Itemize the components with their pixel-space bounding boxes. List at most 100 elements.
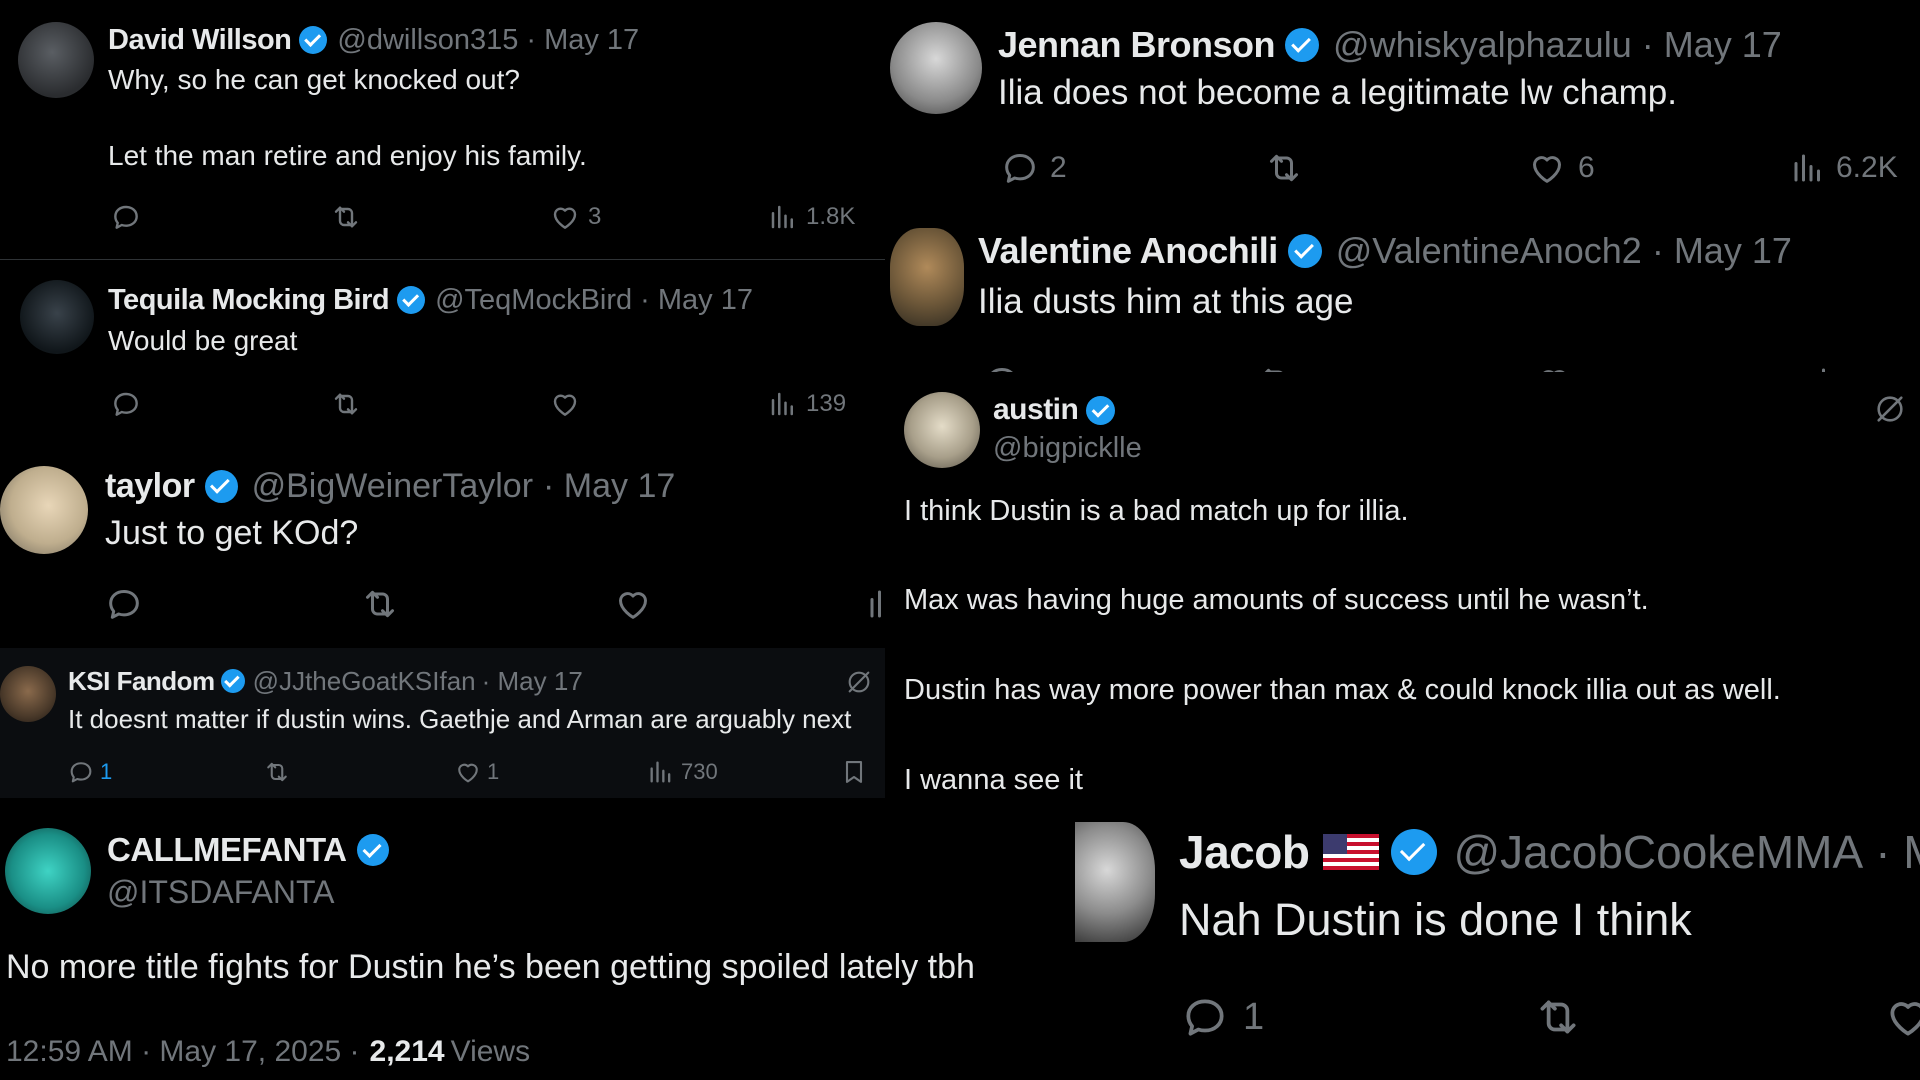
like-button[interactable]: 3 xyxy=(548,201,601,233)
tweet-date[interactable]: · May 17 xyxy=(640,284,753,317)
tweet-text-line-4: I wanna see it xyxy=(904,764,1083,796)
retweet-button[interactable] xyxy=(1263,148,1305,188)
avatar[interactable] xyxy=(0,466,88,554)
handle[interactable]: @ITSDAFANTA xyxy=(107,874,334,911)
retweet-button[interactable] xyxy=(358,584,402,624)
views-icon xyxy=(866,584,885,624)
grok-button[interactable] xyxy=(845,668,873,696)
display-name[interactable]: David Willson xyxy=(108,24,292,57)
display-name[interactable]: KSI Fandom xyxy=(68,666,215,697)
reply-icon xyxy=(110,388,142,420)
avatar[interactable] xyxy=(904,392,980,468)
retweet-button[interactable] xyxy=(329,201,363,233)
avatar[interactable] xyxy=(5,828,91,914)
handle[interactable]: @ValentineAnoch2 xyxy=(1336,230,1642,272)
views-button[interactable]: 139 xyxy=(768,388,846,420)
handle[interactable]: @JJtheGoatKSIfan xyxy=(253,666,476,697)
reply-button[interactable] xyxy=(110,388,142,420)
retweet-button[interactable] xyxy=(1530,992,1586,1042)
verified-badge-icon xyxy=(397,286,426,314)
tweet-text: No more title fights for Dustin he’s bee… xyxy=(6,948,975,986)
display-name[interactable]: Tequila Mocking Bird xyxy=(108,284,390,317)
views-count: 1.8K xyxy=(806,203,856,230)
reply-button[interactable] xyxy=(110,201,142,233)
display-name[interactable]: Jennan Bronson xyxy=(998,24,1276,66)
tweet-austin: austin @bigpicklle I think Dustin is a b… xyxy=(885,372,1920,802)
avatar[interactable] xyxy=(890,22,982,114)
tweet-text: Just to get KOd? xyxy=(105,514,359,552)
avatar[interactable] xyxy=(1075,822,1155,942)
like-count: 6 xyxy=(1578,151,1595,184)
display-name[interactable]: taylor xyxy=(105,467,195,506)
like-count: 3 xyxy=(588,203,602,230)
retweet-icon xyxy=(1530,992,1586,1042)
verified-badge-icon xyxy=(204,469,238,503)
retweet-button[interactable] xyxy=(1255,362,1297,372)
tweet-text: It doesnt matter if dustin wins. Gaethje… xyxy=(68,704,852,734)
avatar[interactable] xyxy=(20,280,94,354)
views-icon xyxy=(768,201,798,233)
tweet-text: Ilia dusts him at this age xyxy=(978,282,1354,321)
views-button[interactable]: 6.2K xyxy=(1790,148,1898,188)
like-button[interactable] xyxy=(1533,362,1575,372)
display-name[interactable]: CALLMEFANTA xyxy=(107,831,347,869)
tweet-timestamp[interactable]: 12:59 AM · May 17, 2025 · xyxy=(6,1035,360,1069)
verified-badge-icon xyxy=(1086,395,1116,425)
like-button[interactable]: 1 xyxy=(453,758,499,786)
handle[interactable]: @BigWeinerTaylor xyxy=(252,467,533,506)
handle[interactable]: @JacobCookeMMA xyxy=(1453,825,1863,879)
views-icon xyxy=(647,758,675,786)
reply-icon xyxy=(1000,148,1040,188)
tweet-date[interactable]: · May 17 xyxy=(1642,24,1782,66)
retweet-icon xyxy=(329,201,363,233)
tweet-date[interactable]: · May 17 xyxy=(1652,230,1792,272)
views-button[interactable]: 1.8K xyxy=(768,201,855,233)
tweet-jennan-bronson: Jennan Bronson @whiskyalphazulu · May 17… xyxy=(885,0,1920,206)
like-icon xyxy=(548,201,582,233)
views-count: 139 xyxy=(806,390,847,417)
handle[interactable]: @dwillson315 xyxy=(337,24,518,57)
display-name[interactable]: Valentine Anochili xyxy=(978,230,1278,272)
avatar[interactable] xyxy=(890,228,964,326)
like-button[interactable] xyxy=(612,584,654,624)
like-icon xyxy=(1533,362,1575,372)
like-icon xyxy=(453,758,483,786)
views-count: 2,214 xyxy=(369,1035,445,1068)
verified-badge-icon xyxy=(1285,28,1320,62)
bookmark-button[interactable] xyxy=(840,758,868,786)
views-button[interactable] xyxy=(866,584,885,624)
retweet-button[interactable] xyxy=(329,388,363,420)
views-icon xyxy=(1790,148,1826,188)
tweet-date[interactable]: · May 17 xyxy=(482,666,583,697)
reply-icon xyxy=(110,201,142,233)
avatar[interactable] xyxy=(0,666,56,722)
handle[interactable]: @TeqMockBird xyxy=(435,284,632,317)
views-count: 730 xyxy=(681,759,718,784)
display-name[interactable]: austin xyxy=(993,393,1079,427)
reply-button[interactable]: 1 xyxy=(66,758,112,786)
display-name[interactable]: Jacob xyxy=(1179,825,1310,879)
tweet-date[interactable]: · M xyxy=(1875,825,1920,879)
like-button[interactable]: 6 xyxy=(1526,148,1595,188)
reply-button[interactable]: 1 xyxy=(1179,992,1264,1042)
tweet-date[interactable]: · May 17 xyxy=(543,467,675,506)
grok-button[interactable] xyxy=(1873,392,1907,426)
handle[interactable]: @bigpicklle xyxy=(993,432,1142,465)
views-label: Views xyxy=(450,1035,531,1068)
reply-button[interactable] xyxy=(982,362,1022,372)
views-button[interactable]: 730 xyxy=(647,758,718,786)
views-button[interactable] xyxy=(1810,362,1846,372)
tweet-text-line-3: Dustin has way more power than max & cou… xyxy=(904,674,1781,706)
reply-button[interactable] xyxy=(104,584,144,624)
tweet-text: Ilia does not become a legitimate lw cha… xyxy=(998,73,1677,112)
tweet-date[interactable]: · May 17 xyxy=(526,24,639,57)
like-button[interactable] xyxy=(548,388,582,420)
tweet-text-line-1: I think Dustin is a bad match up for ill… xyxy=(904,495,1409,527)
retweet-button[interactable] xyxy=(262,758,292,786)
like-icon xyxy=(1881,992,1920,1042)
like-button[interactable] xyxy=(1881,992,1920,1042)
bookmark-icon xyxy=(840,758,868,786)
handle[interactable]: @whiskyalphazulu xyxy=(1333,24,1632,66)
reply-button[interactable]: 2 xyxy=(1000,148,1067,188)
avatar[interactable] xyxy=(18,22,94,98)
